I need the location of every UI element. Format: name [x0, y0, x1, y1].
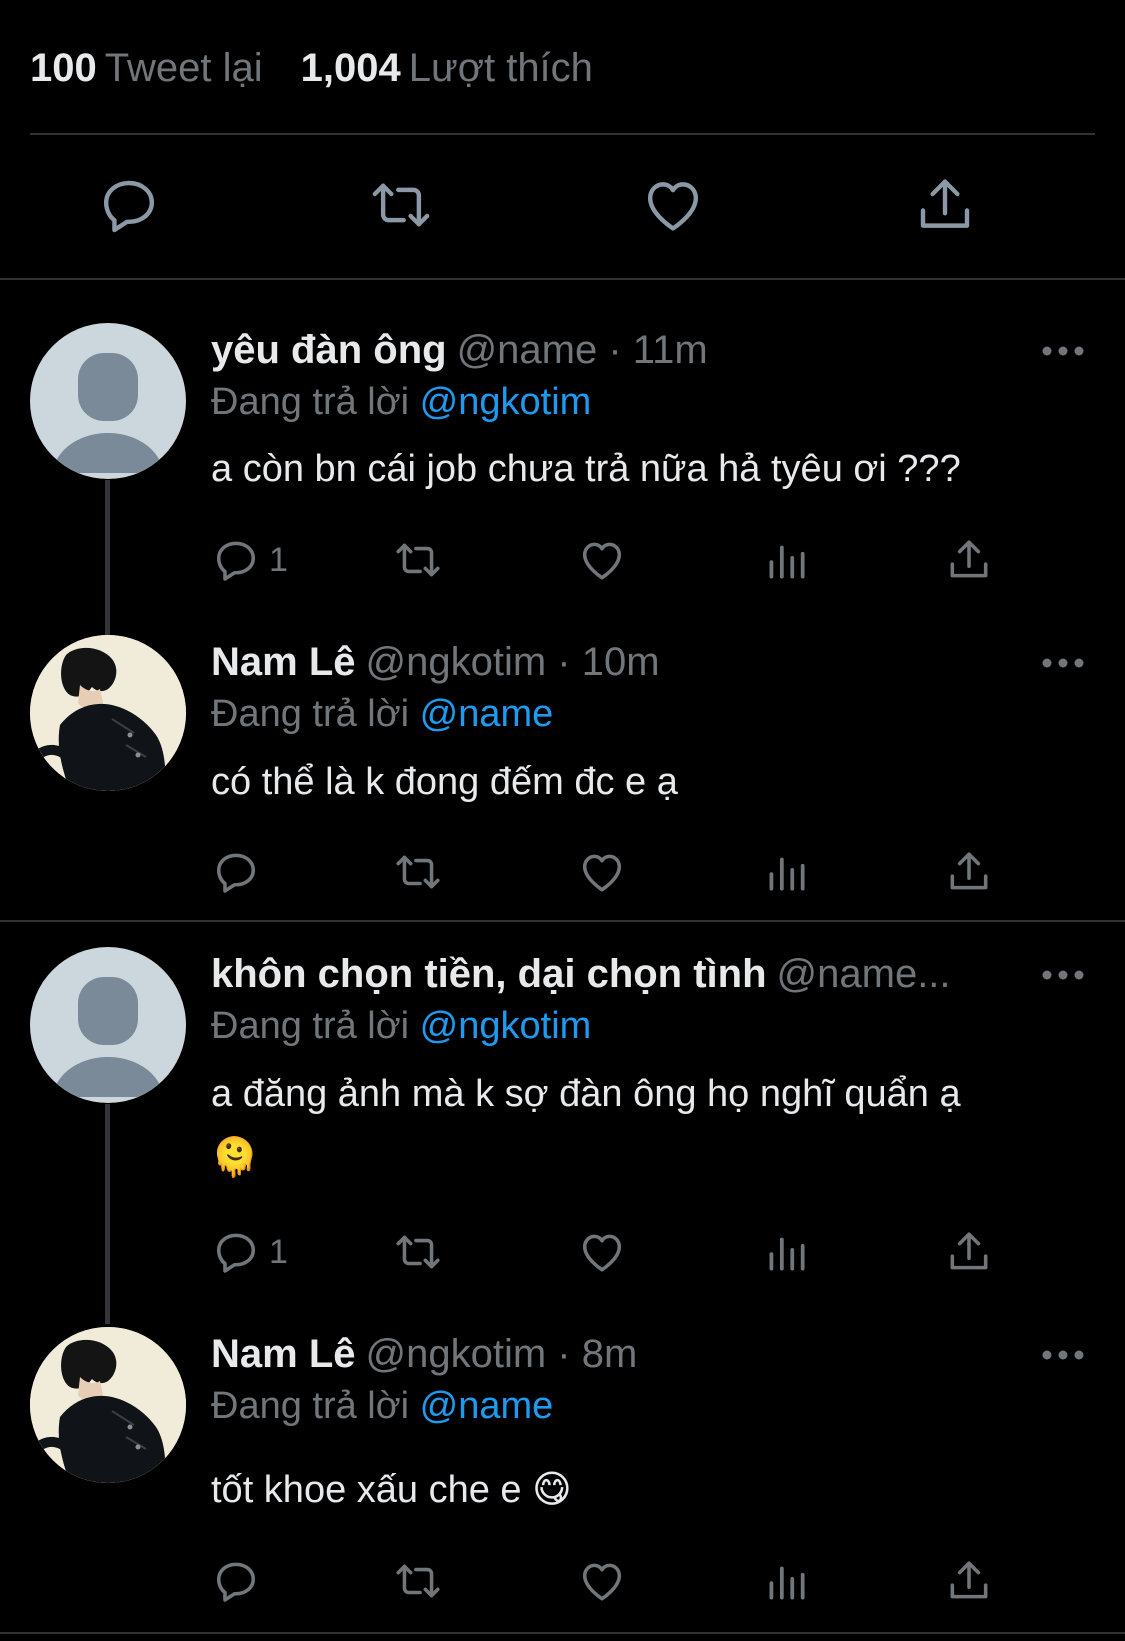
reply-action-bar: 1: [211, 533, 1011, 587]
reply-action-bar: [211, 845, 1011, 899]
retweet-icon[interactable]: [393, 1554, 443, 1608]
share-icon[interactable]: [944, 845, 994, 899]
divider: [0, 920, 1125, 922]
analytics-icon[interactable]: [761, 1225, 811, 1279]
reply-icon: [216, 1233, 256, 1273]
analytics-icon[interactable]: [761, 845, 811, 899]
main-action-bar: [0, 172, 1125, 238]
replying-label: Đang trả lời: [211, 381, 410, 423]
display-name[interactable]: Nam Lê: [211, 640, 356, 684]
tweet-text: a còn bn cái job chưa trả nữa hả tyêu ơi…: [211, 448, 961, 490]
melting-face-emoji: 🫠: [211, 1137, 259, 1179]
mention-link[interactable]: @name: [420, 1385, 554, 1427]
more-options-icon[interactable]: [1038, 960, 1088, 990]
tweet-text: tốt khoe xấu che e 😋: [211, 1458, 1085, 1522]
share-icon[interactable]: [912, 172, 978, 238]
replying-label: Đang trả lời: [211, 693, 410, 735]
replying-to: Đang trả lời @ngkotim: [211, 1001, 591, 1051]
like-icon[interactable]: [577, 1554, 627, 1608]
reply-icon: [216, 853, 256, 893]
more-options-icon[interactable]: [1038, 648, 1088, 678]
display-name[interactable]: yêu đàn ông: [211, 328, 447, 372]
retweet-icon[interactable]: [393, 533, 443, 587]
replying-to: Đang trả lời @name: [211, 689, 553, 739]
handle-time: @ngkotim · 10m: [365, 640, 660, 684]
default-avatar[interactable]: [30, 947, 186, 1103]
retweet-icon[interactable]: [368, 172, 434, 238]
divider: [0, 278, 1125, 280]
thread-connector: [105, 1104, 110, 1324]
like-icon[interactable]: [577, 845, 627, 899]
tweet-text: a đăng ảnh mà k sợ đàn ông họ nghĩ quẩn …: [211, 1062, 1085, 1190]
profile-photo[interactable]: [30, 1327, 186, 1483]
analytics-icon[interactable]: [761, 1554, 811, 1608]
reply-count: 1: [269, 1232, 288, 1271]
retweet-icon[interactable]: [393, 845, 443, 899]
retweet-icon[interactable]: [393, 1225, 443, 1279]
reply-icon[interactable]: [96, 172, 162, 238]
reply-button[interactable]: [211, 1554, 269, 1608]
mention-link[interactable]: @name: [420, 693, 554, 735]
share-icon[interactable]: [944, 533, 994, 587]
reply-count: 1: [269, 540, 288, 579]
retweets-label[interactable]: Tweet lại: [105, 46, 263, 90]
replying-label: Đang trả lời: [211, 1005, 410, 1047]
more-options-icon[interactable]: [1038, 1340, 1088, 1370]
like-icon[interactable]: [577, 533, 627, 587]
analytics-icon[interactable]: [761, 533, 811, 587]
like-icon[interactable]: [577, 1225, 627, 1279]
replying-label: Đang trả lời: [211, 1385, 410, 1427]
more-options-icon[interactable]: [1038, 336, 1088, 366]
replying-to: Đang trả lời @name: [211, 1381, 553, 1431]
thread-connector: [105, 480, 110, 636]
reply-action-bar: 1: [211, 1225, 1011, 1279]
profile-photo[interactable]: [30, 635, 186, 791]
yum-face-emoji: 😋: [532, 1469, 572, 1511]
retweets-count[interactable]: 100: [30, 46, 97, 90]
handle-time: @ngkotim · 8m: [365, 1332, 638, 1376]
mention-link[interactable]: @ngkotim: [420, 1005, 592, 1047]
tweet-text-content: a đăng ảnh mà k sợ đàn ông họ nghĩ quẩn …: [211, 1073, 961, 1115]
like-icon[interactable]: [640, 172, 706, 238]
share-icon[interactable]: [944, 1554, 994, 1608]
tweet-text-content: tốt khoe xấu che e: [211, 1469, 522, 1511]
reply-button[interactable]: [211, 845, 269, 899]
display-name[interactable]: khôn chọn tiền, dại chọn tình: [211, 952, 767, 996]
divider: [0, 1632, 1125, 1634]
reply-action-bar: [211, 1554, 1011, 1608]
likes-count[interactable]: 1,004: [301, 46, 401, 90]
reply-button[interactable]: 1: [211, 533, 288, 587]
reply-button[interactable]: 1: [211, 1225, 288, 1279]
divider: [30, 133, 1095, 135]
replying-to: Đang trả lời @ngkotim: [211, 377, 591, 427]
mention-link[interactable]: @ngkotim: [420, 381, 592, 423]
default-avatar[interactable]: [30, 323, 186, 479]
handle-time: @name · 11m: [456, 328, 708, 372]
share-icon[interactable]: [944, 1225, 994, 1279]
display-name[interactable]: Nam Lê: [211, 1332, 356, 1376]
reply-icon: [216, 1562, 256, 1602]
tweet-stats: 100 Tweet lại 1,004 Lượt thích: [30, 38, 593, 98]
handle-time: @name...: [776, 952, 951, 996]
reply-icon: [216, 541, 256, 581]
likes-label[interactable]: Lượt thích: [409, 46, 593, 90]
tweet-text: có thể là k đong đếm đc e ạ: [211, 761, 678, 803]
